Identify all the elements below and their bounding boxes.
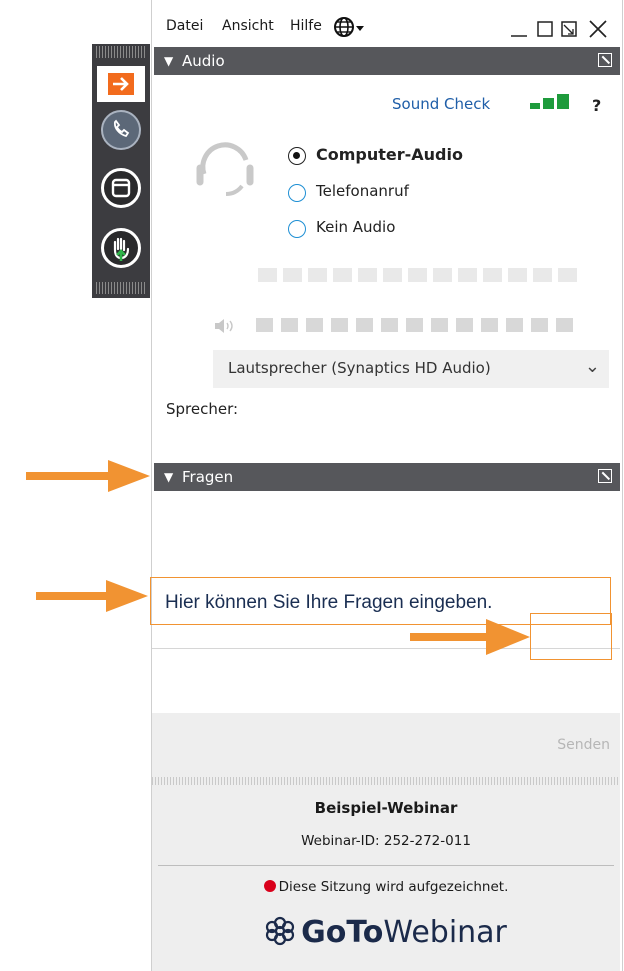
grabtab-bottom-grip[interactable] xyxy=(96,282,146,294)
screen-button[interactable] xyxy=(101,168,141,208)
gotowebinar-flower-icon xyxy=(265,916,295,946)
show-hide-button[interactable] xyxy=(97,66,145,102)
arrow-right-icon xyxy=(108,73,134,95)
questions-section-header[interactable]: ▼ Fragen xyxy=(154,463,620,491)
label-computer-audio: Computer-Audio xyxy=(316,145,463,164)
microphone-level-meter xyxy=(258,268,578,284)
minimize-button[interactable] xyxy=(510,20,528,38)
radio-telefonanruf[interactable] xyxy=(288,184,306,202)
globe-icon xyxy=(334,17,364,37)
collapse-triangle-icon: ▼ xyxy=(164,54,174,68)
audio-section-header[interactable]: ▼ Audio xyxy=(154,47,620,75)
minimize-icon xyxy=(511,35,527,37)
radio-computer-audio[interactable] xyxy=(288,147,306,165)
popout-icon[interactable] xyxy=(598,469,612,483)
headset-icon xyxy=(190,138,260,198)
signal-strength-icon xyxy=(530,94,574,110)
footer-divider xyxy=(158,865,614,866)
brand-goto: GoTo xyxy=(301,915,384,950)
speaker-device-value: Lautsprecher (Synaptics HD Audio) xyxy=(228,359,491,377)
menu-ansicht[interactable]: Ansicht xyxy=(222,18,274,34)
collapse-triangle-icon: ▼ xyxy=(164,470,174,484)
arrow-annotation-input xyxy=(410,617,532,661)
phone-button[interactable] xyxy=(101,110,141,150)
raise-hand-icon xyxy=(113,237,130,261)
speaker-level-meter xyxy=(256,318,586,334)
audio-section-title: Audio xyxy=(182,52,225,70)
radio-kein-audio[interactable] xyxy=(288,220,306,238)
send-bar: Senden xyxy=(152,713,620,777)
screen-icon xyxy=(111,178,131,198)
speaker-icon xyxy=(214,318,238,334)
menu-bar: Datei Ansicht Hilfe xyxy=(152,0,622,44)
question-input-hint: Hier können Sie Ihre Fragen eingeben. xyxy=(165,592,493,613)
grabtab-top-grip[interactable] xyxy=(96,46,146,58)
close-icon xyxy=(589,20,607,38)
phone-icon xyxy=(113,119,130,138)
webinar-title: Beispiel-Webinar xyxy=(314,799,458,817)
label-kein-audio: Kein Audio xyxy=(316,218,396,236)
restore-icon xyxy=(561,21,577,37)
recording-text: Diese Sitzung wird aufgezeichnet. xyxy=(278,879,509,895)
recording-notice: Diese Sitzung wird aufgezeichnet. xyxy=(152,879,620,895)
sound-check-link[interactable]: Sound Check xyxy=(392,95,490,113)
arrow-annotation-hint xyxy=(36,578,150,620)
webinar-id: Webinar-ID: 252-272-011 xyxy=(301,833,471,849)
restore-button[interactable] xyxy=(560,20,578,38)
maximize-icon xyxy=(537,21,553,37)
gotowebinar-logo: GoToWebinar xyxy=(152,915,620,950)
recording-dot-icon xyxy=(263,880,276,892)
close-button[interactable] xyxy=(588,19,608,39)
resize-grip[interactable] xyxy=(152,777,620,785)
arrow-annotation-questions-header xyxy=(26,458,152,498)
language-menu[interactable] xyxy=(332,14,366,44)
menu-datei[interactable]: Datei xyxy=(166,18,203,34)
chevron-down-icon: ⌄ xyxy=(584,356,600,377)
help-icon[interactable]: ? xyxy=(592,96,601,115)
menu-hilfe[interactable]: Hilfe xyxy=(290,18,322,34)
raise-hand-button[interactable] xyxy=(101,228,141,268)
label-telefonanruf: Telefonanruf xyxy=(316,182,409,200)
speaker-label: Sprecher: xyxy=(166,400,239,418)
input-highlight-box xyxy=(530,613,612,660)
brand-webinar: Webinar xyxy=(383,915,507,950)
speaker-device-dropdown[interactable]: Lautsprecher (Synaptics HD Audio) ⌄ xyxy=(213,350,609,388)
questions-section-title: Fragen xyxy=(182,468,234,486)
maximize-button[interactable] xyxy=(536,20,554,38)
grabtab-toolbar xyxy=(92,44,150,298)
send-button[interactable]: Senden xyxy=(557,737,610,753)
popout-icon[interactable] xyxy=(598,53,612,67)
webinar-footer: Beispiel-Webinar Webinar-ID: 252-272-011… xyxy=(152,785,620,971)
